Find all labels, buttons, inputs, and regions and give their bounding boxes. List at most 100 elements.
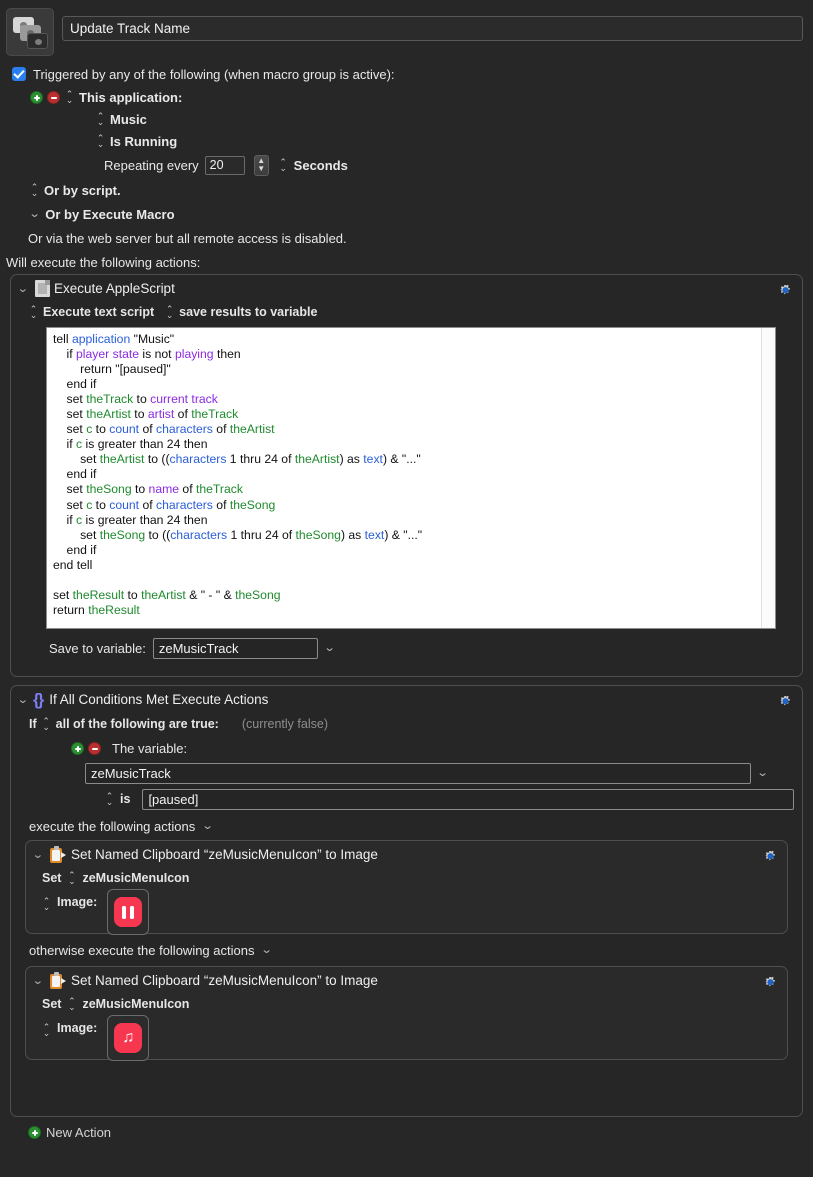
condition-kind-row: The variable:	[11, 736, 802, 760]
repeat-unit-label[interactable]: Seconds	[294, 158, 348, 173]
disclosure-chevron-icon[interactable]: ⌄	[32, 848, 50, 861]
disclosure-chevron-icon[interactable]: ⌄	[17, 693, 35, 706]
remove-trigger-button[interactable]	[47, 90, 60, 104]
gear-icon[interactable]	[777, 693, 794, 710]
new-action-row[interactable]: New Action	[0, 1125, 813, 1140]
or-by-script-popup-icon[interactable]	[30, 184, 39, 196]
or-by-script-row[interactable]: Or by script.	[0, 178, 813, 202]
gear-icon[interactable]	[762, 974, 779, 991]
condition-kind-label[interactable]: The variable:	[112, 741, 187, 756]
repeat-unit-popup-icon[interactable]	[279, 159, 288, 171]
applescript-panel-header: ⌄ Execute AppleScript	[11, 275, 802, 301]
repeat-interval-input[interactable]: 20	[204, 155, 245, 175]
then-clipboard-set-row: Set zeMusicMenuIcon	[26, 867, 787, 889]
repeat-stepper[interactable]: ▲ ▼	[253, 154, 269, 176]
if-label: If	[29, 717, 37, 731]
applescript-options-row: Execute text script save results to vari…	[11, 301, 802, 323]
if-panel-title: If All Conditions Met Execute Actions	[49, 691, 269, 707]
or-by-script-label: Or by script.	[44, 182, 121, 198]
applescript-document-icon	[35, 279, 50, 297]
then-image-label: Image:	[57, 895, 98, 909]
then-clipboard-name[interactable]: zeMusicMenuIcon	[82, 871, 189, 885]
then-branch-label-row: execute the following actions ⌄	[11, 812, 802, 840]
else-image-label: Image:	[57, 1021, 98, 1035]
macro-stack-icon[interactable]	[6, 8, 54, 56]
condition-variable-row: zeMusicTrack ⌄	[11, 760, 802, 786]
save-to-variable-row: Save to variable: zeMusicTrack ⌄	[11, 633, 802, 663]
chevron-down-icon[interactable]: ⌄	[28, 208, 40, 220]
trigger-type-label: This application:	[79, 89, 183, 105]
trigger-app-name[interactable]: Music	[110, 112, 147, 127]
then-image-popup-icon[interactable]	[42, 898, 51, 910]
currently-status-label: (currently false)	[241, 717, 328, 731]
then-clipboard-image-row: Image:	[26, 889, 787, 935]
trigger-enabled-checkbox[interactable]	[12, 67, 26, 81]
web-server-note-row: Or via the web server but all remote acc…	[0, 226, 813, 250]
clipboard-icon	[50, 845, 66, 863]
action-if-all-conditions: ⌄ {} If All Conditions Met Execute Actio…	[10, 685, 803, 1117]
gear-icon[interactable]	[762, 848, 779, 865]
else-clipboard-panel-header: ⌄ Set Named Clipboard “zeMusicMenuIcon” …	[26, 967, 787, 993]
gear-icon[interactable]	[777, 282, 794, 299]
trigger-repeat-row: Repeating every 20 ▲▼ Seconds	[0, 152, 813, 178]
else-branch-chevron-icon[interactable]: ⌄	[261, 944, 273, 956]
script-scrollbar[interactable]	[761, 328, 775, 628]
then-clipboard-title: Set Named Clipboard “zeMusicMenuIcon” to…	[71, 846, 378, 862]
app-state-popup-icon[interactable]	[96, 135, 105, 147]
applescript-editor[interactable]: tell application "Music" if player state…	[46, 327, 776, 629]
condition-value-input[interactable]: [paused]	[142, 788, 795, 810]
condition-operator-label[interactable]: is	[120, 792, 130, 806]
else-image-well[interactable]: ♫	[107, 1015, 150, 1061]
then-action-set-named-clipboard: ⌄ Set Named Clipboard “zeMusicMenuIcon” …	[25, 840, 788, 935]
application-trigger-row: This application:	[0, 86, 813, 108]
script-mode-popup-icon[interactable]	[29, 306, 38, 318]
macro-editor-window: Update Track Name Triggered by any of th…	[0, 0, 813, 1177]
variable-dropdown-chevron-icon[interactable]: ⌄	[323, 642, 335, 654]
applescript-title: Execute AppleScript	[54, 280, 175, 296]
actions-header-label: Will execute the following actions:	[6, 254, 201, 270]
pause-icon	[114, 897, 143, 927]
add-new-action-icon[interactable]	[28, 1126, 41, 1139]
music-note-icon: ♫	[114, 1023, 143, 1053]
remove-condition-button[interactable]	[88, 741, 101, 755]
script-mode-label[interactable]: Execute text script	[43, 305, 154, 319]
macro-title-input[interactable]: Update Track Name	[62, 16, 803, 41]
script-results-popup-icon[interactable]	[165, 306, 174, 318]
condition-variable-dropdown-chevron-icon[interactable]: ⌄	[756, 767, 768, 779]
or-by-execute-macro-row[interactable]: ⌄ Or by Execute Macro	[0, 202, 813, 226]
app-popup-icon[interactable]	[96, 113, 105, 125]
disclosure-chevron-icon[interactable]: ⌄	[17, 282, 35, 295]
else-image-popup-icon[interactable]	[42, 1024, 51, 1036]
then-image-well[interactable]	[107, 889, 150, 935]
then-clipboard-name-popup-icon[interactable]	[67, 872, 76, 884]
trigger-app-state[interactable]: Is Running	[110, 134, 177, 149]
action-execute-applescript: ⌄ Execute AppleScript Execute text scrip…	[10, 274, 803, 677]
disclosure-chevron-icon[interactable]: ⌄	[32, 974, 50, 987]
clipboard-icon	[50, 971, 66, 989]
add-trigger-button[interactable]	[30, 90, 43, 104]
new-action-label: New Action	[46, 1125, 112, 1140]
condition-mode-label[interactable]: all of the following are true:	[56, 717, 219, 731]
save-to-variable-input[interactable]: zeMusicTrack	[152, 637, 318, 659]
condition-operator-row: is [paused]	[11, 786, 802, 812]
condition-variable-input[interactable]: zeMusicTrack	[85, 762, 751, 784]
condition-mode-popup-icon[interactable]	[42, 718, 51, 730]
trigger-type-popup-icon[interactable]	[65, 91, 74, 103]
condition-operator-popup-icon[interactable]	[105, 793, 114, 805]
else-set-label: Set	[42, 997, 62, 1011]
then-branch-label: execute the following actions	[29, 818, 196, 834]
else-action-set-named-clipboard: ⌄ Set Named Clipboard “zeMusicMenuIcon” …	[25, 966, 788, 1061]
else-clipboard-image-row: Image: ♫	[26, 1015, 787, 1061]
if-panel-header: ⌄ {} If All Conditions Met Execute Actio…	[11, 686, 802, 712]
script-results-label[interactable]: save results to variable	[179, 305, 317, 319]
trigger-state-row: Is Running	[0, 130, 813, 152]
else-clipboard-name[interactable]: zeMusicMenuIcon	[82, 997, 189, 1011]
then-set-label: Set	[42, 871, 62, 885]
then-branch-chevron-icon[interactable]: ⌄	[202, 820, 214, 832]
else-clipboard-name-popup-icon[interactable]	[67, 998, 76, 1010]
add-condition-button[interactable]	[71, 741, 84, 755]
applescript-source[interactable]: tell application "Music" if player state…	[47, 328, 775, 628]
if-condition-mode-row: If all of the following are true: (curre…	[11, 712, 802, 736]
else-clipboard-set-row: Set zeMusicMenuIcon	[26, 993, 787, 1015]
macro-header: Update Track Name	[0, 0, 813, 56]
